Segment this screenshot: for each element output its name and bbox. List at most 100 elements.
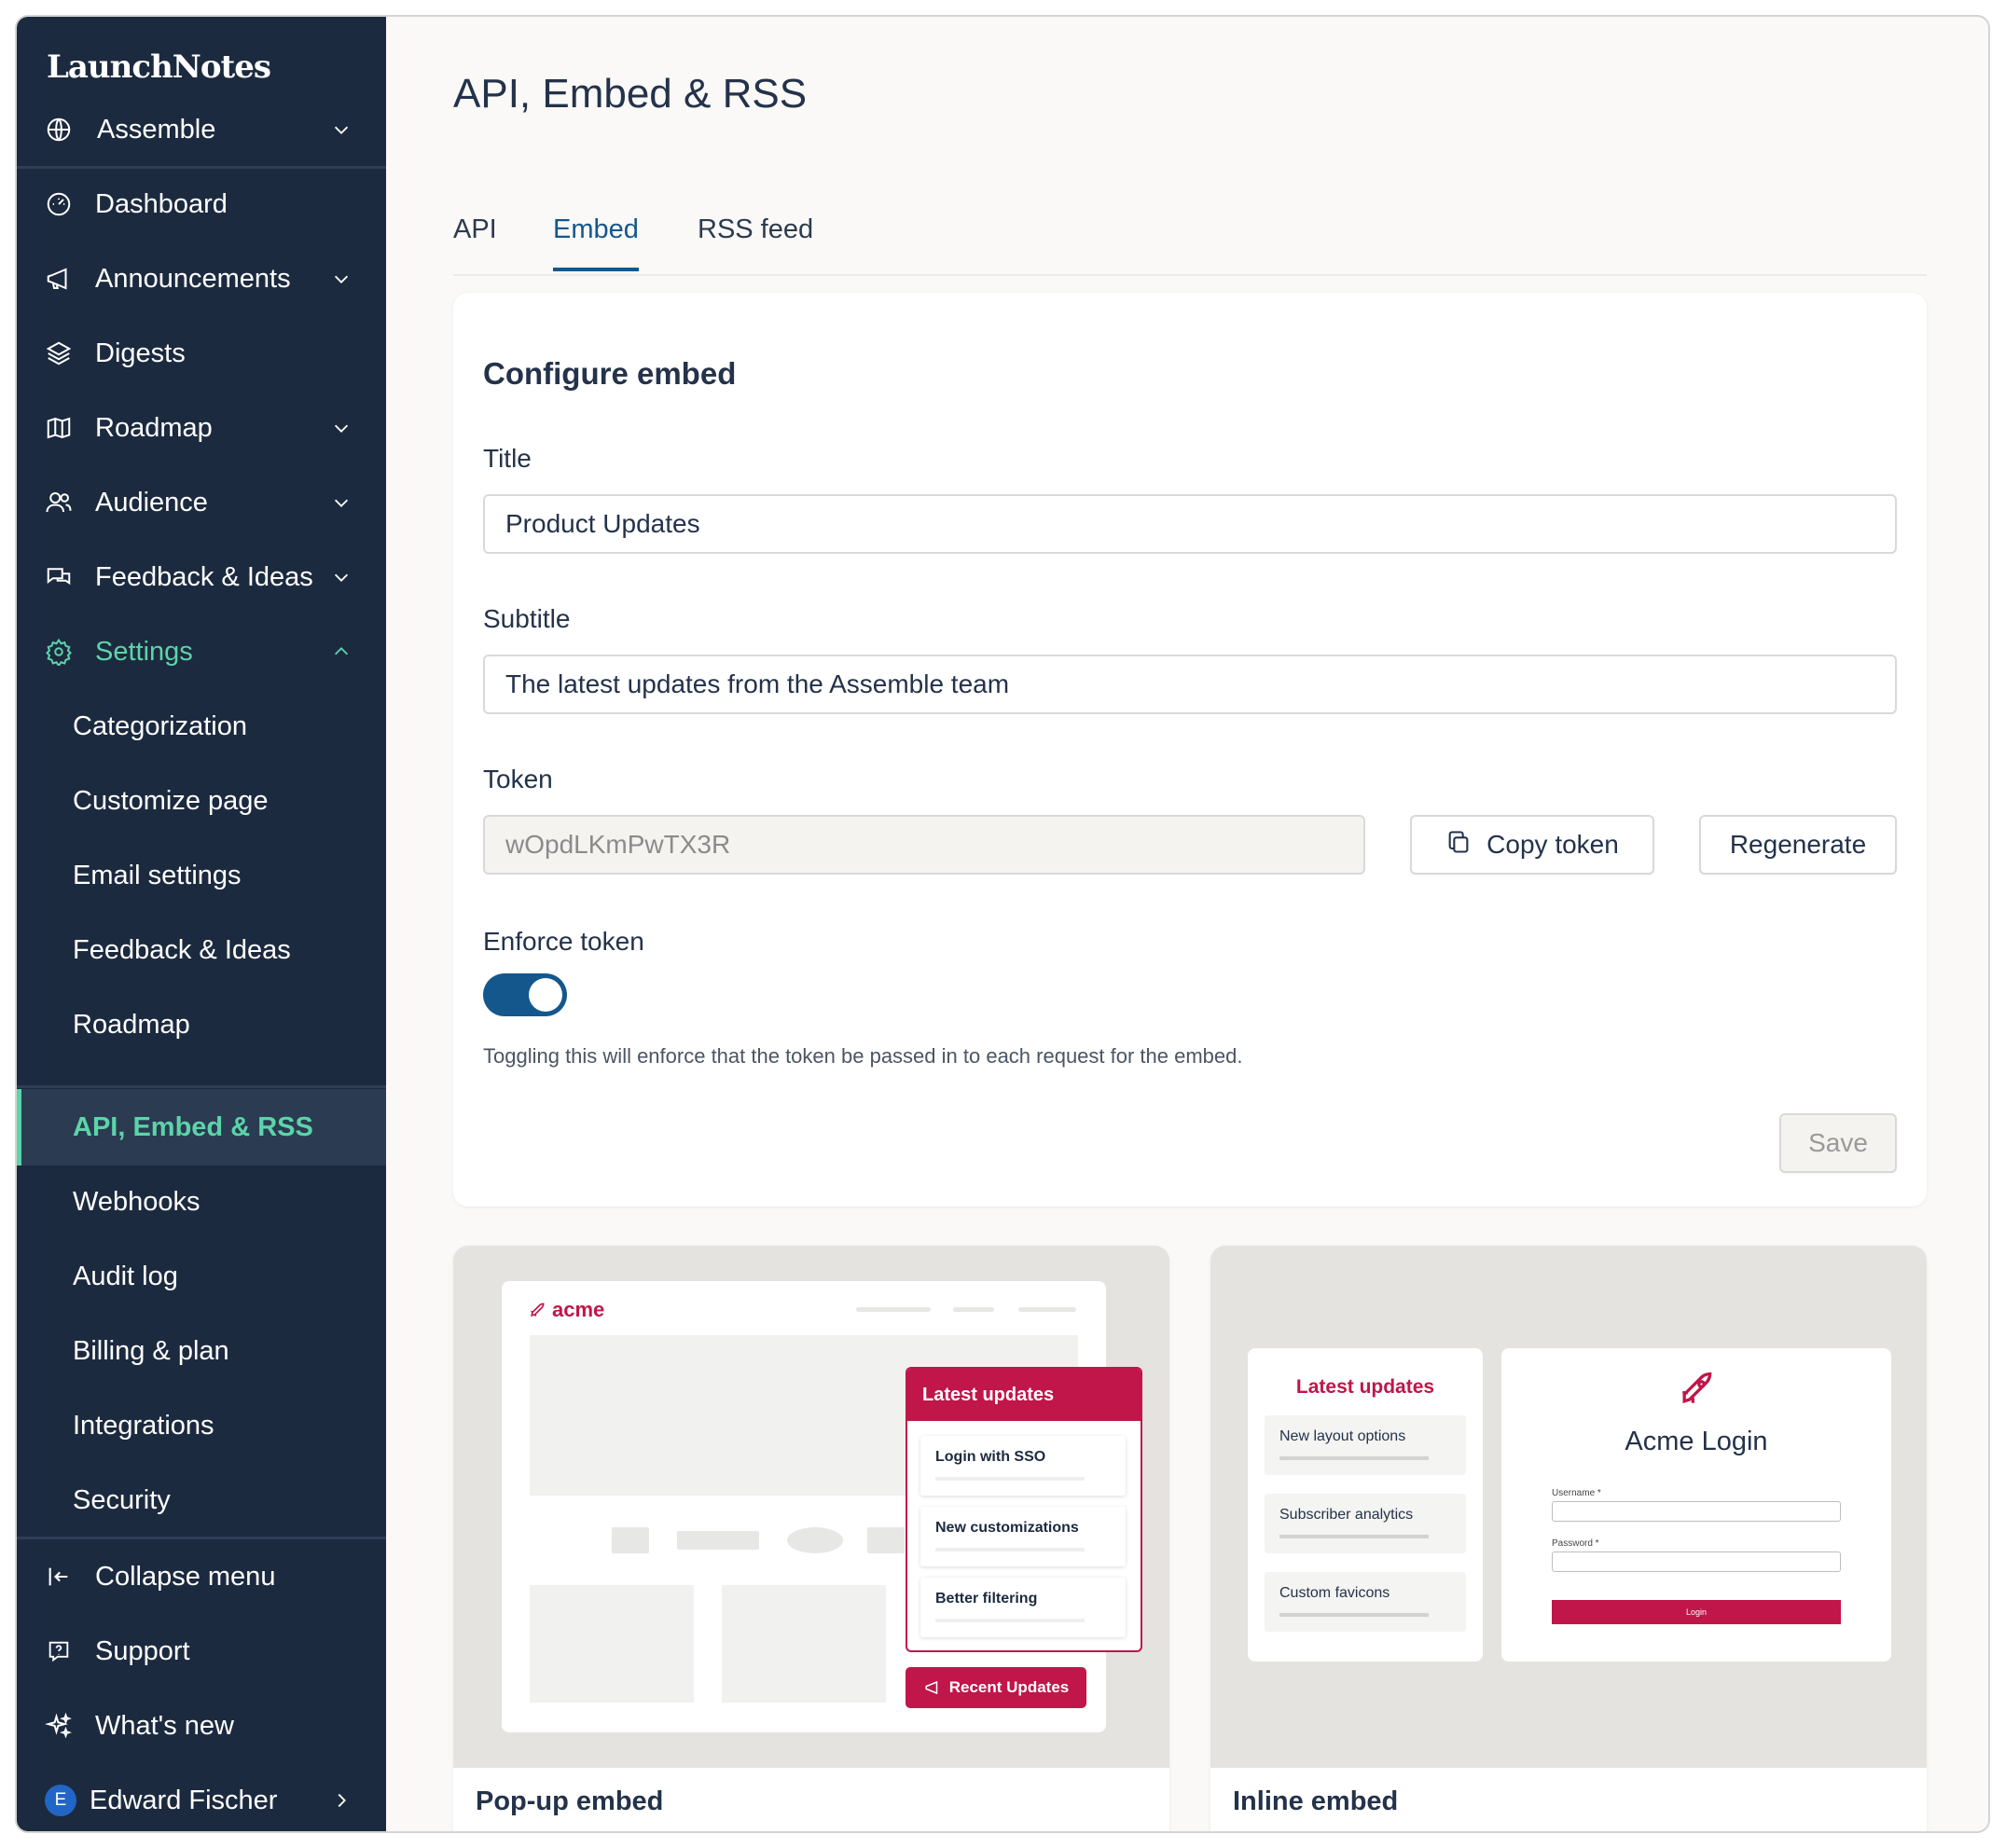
sidebar-item-label: Webhooks xyxy=(73,1186,200,1217)
workspace-switcher[interactable]: Assemble xyxy=(17,97,386,162)
settings-item-feedback-ideas[interactable]: Feedback & Ideas xyxy=(17,917,386,983)
list-item-title: Subscriber analytics xyxy=(1279,1507,1414,1523)
list-item: New layout options xyxy=(1265,1415,1466,1475)
sidebar-item-roadmap[interactable]: Roadmap xyxy=(17,395,386,461)
chevron-right-icon xyxy=(330,1789,353,1812)
sidebar-item-label: Categorization xyxy=(73,710,247,741)
sidebar-divider xyxy=(17,1085,386,1088)
help-icon xyxy=(43,1635,75,1667)
settings-item-audit-log[interactable]: Audit log xyxy=(17,1244,386,1309)
list-item-line xyxy=(935,1548,1085,1551)
sidebar-item-dashboard[interactable]: Dashboard xyxy=(17,172,386,237)
nav-placeholder xyxy=(1018,1307,1076,1312)
save-button[interactable]: Save xyxy=(1779,1113,1897,1173)
tab-bar: API Embed RSS feed xyxy=(453,194,1927,276)
subtitle-input[interactable]: The latest updates from the Assemble tea… xyxy=(483,655,1897,714)
regenerate-button[interactable]: Regenerate xyxy=(1699,815,1897,875)
sidebar-item-digests[interactable]: Digests xyxy=(17,321,386,386)
main-content: API, Embed & RSS API Embed RSS feed Conf… xyxy=(386,17,1988,1831)
settings-item-api-embed-rss[interactable]: API, Embed & RSS xyxy=(17,1089,386,1165)
sidebar-item-label: Settings xyxy=(95,636,193,667)
popup-embed-caption: Pop-up embed xyxy=(476,1786,664,1816)
page-title: API, Embed & RSS xyxy=(453,71,808,117)
support-label: Support xyxy=(95,1635,190,1666)
globe-icon xyxy=(43,114,75,145)
settings-item-webhooks[interactable]: Webhooks xyxy=(17,1169,386,1234)
content-placeholder xyxy=(677,1531,759,1550)
whats-new-button[interactable]: What's new xyxy=(17,1693,386,1758)
sidebar-item-label: Dashboard xyxy=(95,188,228,219)
toggle-knob xyxy=(529,978,562,1012)
layers-icon xyxy=(43,338,75,369)
sidebar-item-label: Audience xyxy=(95,487,208,517)
enforce-token-label: Enforce token xyxy=(483,927,644,956)
support-button[interactable]: Support xyxy=(17,1619,386,1684)
subtitle-label: Subtitle xyxy=(483,604,571,633)
tab-api[interactable]: API xyxy=(453,214,497,268)
configure-embed-card: Configure embed Title Product Updates Su… xyxy=(453,293,1927,1207)
dashboard-icon xyxy=(43,188,75,220)
popup-header: Latest updates xyxy=(907,1369,1141,1421)
acme-logo: acme xyxy=(528,1298,604,1322)
settings-item-roadmap[interactable]: Roadmap xyxy=(17,992,386,1057)
copy-token-button[interactable]: Copy token xyxy=(1410,815,1654,875)
title-input[interactable]: Product Updates xyxy=(483,494,1897,554)
title-label: Title xyxy=(483,444,532,473)
map-icon xyxy=(43,412,75,444)
sidebar-item-label: Billing & plan xyxy=(73,1335,229,1366)
nav-placeholder xyxy=(953,1307,994,1312)
login-title: Acme Login xyxy=(1625,1427,1768,1456)
inline-embed-card[interactable]: Latest updates New layout options Subscr… xyxy=(1210,1246,1927,1831)
settings-item-billing-plan[interactable]: Billing & plan xyxy=(17,1318,386,1384)
inline-embed-caption: Inline embed xyxy=(1233,1786,1399,1816)
sidebar-item-audience[interactable]: Audience xyxy=(17,470,386,535)
collapse-icon xyxy=(43,1561,75,1593)
user-name: Edward Fischer xyxy=(90,1785,278,1815)
tab-embed[interactable]: Embed xyxy=(553,214,639,271)
settings-item-email-settings[interactable]: Email settings xyxy=(17,843,386,908)
list-item-title: Custom favicons xyxy=(1279,1585,1390,1601)
sidebar-item-label: Roadmap xyxy=(73,1009,190,1040)
chevron-down-icon xyxy=(330,268,353,290)
card-heading: Configure embed xyxy=(483,356,737,391)
sidebar-item-settings[interactable]: Settings xyxy=(17,619,386,684)
collapse-menu-button[interactable]: Collapse menu xyxy=(17,1544,386,1609)
list-item: Login with SSO xyxy=(920,1436,1126,1496)
token-field[interactable]: wOpdLKmPwTX3R xyxy=(483,815,1365,875)
gear-icon xyxy=(43,636,75,668)
app-logo[interactable]: LaunchNotes xyxy=(47,48,271,86)
sidebar-item-label: API, Embed & RSS xyxy=(73,1111,313,1142)
collapse-menu-label: Collapse menu xyxy=(95,1561,276,1592)
users-icon xyxy=(43,487,75,518)
copy-token-label: Copy token xyxy=(1486,830,1619,859)
settings-item-categorization[interactable]: Categorization xyxy=(17,694,386,759)
list-item-line xyxy=(935,1619,1085,1622)
chat-bubbles-icon xyxy=(43,561,75,593)
sidebar-item-label: Email settings xyxy=(73,860,242,890)
settings-item-security[interactable]: Security xyxy=(17,1468,386,1533)
list-item-line xyxy=(935,1477,1085,1481)
popup-embed-preview: acme Latest updates Login with SSO New c… xyxy=(453,1246,1169,1768)
user-menu[interactable]: E Edward Fischer xyxy=(17,1768,386,1831)
popup-embed-card[interactable]: acme Latest updates Login with SSO New c… xyxy=(453,1246,1169,1831)
tab-rss-feed[interactable]: RSS feed xyxy=(698,214,813,268)
enforce-token-help: Toggling this will enforce that the toke… xyxy=(483,1044,1243,1068)
recent-updates-button: Recent Updates xyxy=(906,1667,1086,1708)
chevron-down-icon xyxy=(330,566,353,588)
chevron-down-icon xyxy=(330,491,353,514)
sidebar-item-feedback-ideas[interactable]: Feedback & Ideas xyxy=(17,545,386,610)
sidebar-item-label: Roadmap xyxy=(95,412,213,443)
settings-item-customize-page[interactable]: Customize page xyxy=(17,768,386,834)
workspace-name: Assemble xyxy=(97,114,216,145)
password-input xyxy=(1552,1551,1841,1572)
sidebar-item-announcements[interactable]: Announcements xyxy=(17,246,386,311)
login-mockup: Acme Login Username * Password * Login xyxy=(1501,1348,1891,1662)
list-item-title: New layout options xyxy=(1279,1428,1406,1444)
inline-header: Latest updates xyxy=(1295,1376,1435,1398)
list-item: Custom favicons xyxy=(1265,1572,1466,1632)
settings-item-integrations[interactable]: Integrations xyxy=(17,1393,386,1458)
enforce-token-toggle[interactable] xyxy=(483,973,567,1016)
chevron-up-icon xyxy=(330,641,353,663)
list-item-line xyxy=(1279,1535,1429,1538)
sidebar-item-label: Customize page xyxy=(73,785,269,816)
